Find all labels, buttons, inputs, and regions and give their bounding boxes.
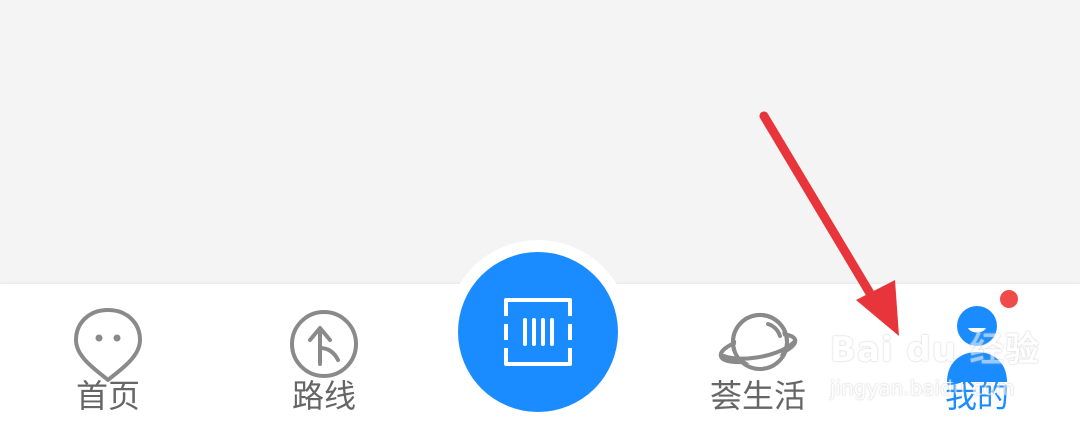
tab-mine-label: 我的	[944, 377, 1009, 415]
user-profile-icon	[947, 306, 1007, 382]
notification-badge-dot	[1000, 290, 1018, 308]
tab-life-label: 荟生活	[709, 377, 806, 415]
tab-home[interactable]: 首页	[28, 284, 188, 432]
barcode-scan-icon	[504, 298, 572, 366]
tab-home-label: 首页	[75, 377, 140, 415]
face-pin-icon	[74, 308, 142, 382]
tab-life[interactable]: 荟生活	[678, 284, 838, 432]
app-screen: 首页 路线 荟生活 我的 Bai du 经验 jingyan.baidu.com	[0, 0, 1080, 432]
tab-route-label: 路线	[291, 377, 356, 415]
route-arrow-icon	[290, 310, 358, 378]
tab-route[interactable]: 路线	[244, 284, 404, 432]
scan-button[interactable]	[458, 252, 618, 412]
planet-icon	[718, 313, 798, 371]
tab-mine[interactable]: 我的	[897, 284, 1057, 432]
